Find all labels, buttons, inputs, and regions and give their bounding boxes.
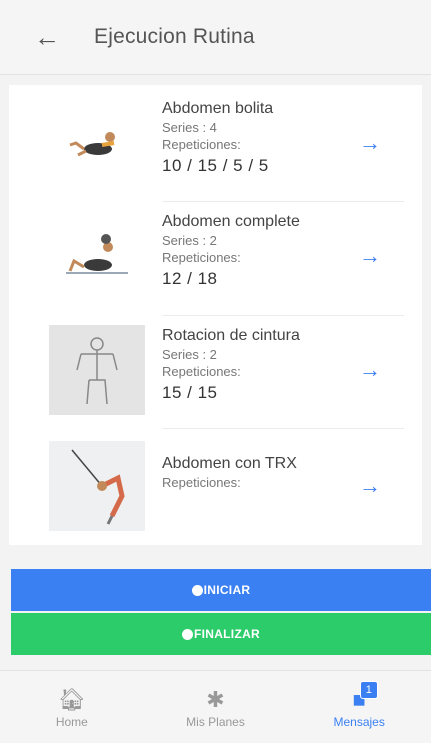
check-icon [181, 628, 193, 640]
exercise-name: Rotacion de cintura [162, 327, 300, 344]
arrow-right-icon[interactable]: → [359, 473, 381, 499]
divider [162, 201, 404, 202]
exercise-series: Series : 4 [162, 120, 217, 135]
exercise-image [49, 441, 145, 531]
exercise-item[interactable]: Abdomen con TRX Repeticiones: → [9, 433, 422, 545]
chat-icon: ■ 1 [353, 681, 378, 715]
exercise-series: Series : 2 [162, 233, 217, 248]
tab-plans-label: Mis Planes [186, 715, 245, 729]
app-header: ← Ejecucion Rutina [0, 0, 431, 75]
play-icon [191, 584, 203, 596]
exercise-reps: 15 / 15 [162, 383, 218, 402]
divider [162, 428, 404, 429]
exercise-series: Series : 2 [162, 347, 217, 362]
page-title: Ejecucion Rutina [94, 25, 255, 48]
home-icon: 🏠︎ [57, 687, 86, 712]
tab-plans[interactable]: ✱ Mis Planes [144, 671, 288, 743]
messages-badge: 1 [359, 681, 378, 699]
exercise-item[interactable]: Abdomen bolita Series : 4 Repeticiones: … [9, 90, 422, 202]
exercise-image [49, 211, 145, 301]
exercise-reps-label: Repeticiones: [162, 364, 241, 379]
exercise-reps: 10 / 15 / 5 / 5 [162, 156, 269, 175]
tab-home-label: Home [55, 715, 88, 729]
exercise-item[interactable]: Abdomen complete Series : 2 Repeticiones… [9, 203, 422, 315]
exercise-image [49, 98, 145, 188]
tab-home[interactable]: 🏠︎ Home [0, 671, 144, 743]
exercise-image [49, 325, 145, 415]
exercise-name: Abdomen complete [162, 213, 300, 230]
arrow-right-icon[interactable]: → [359, 130, 381, 156]
finish-button[interactable]: FINALIZAR [11, 613, 431, 655]
exercise-reps: 12 / 18 [162, 269, 218, 288]
exercise-name: Abdomen bolita [162, 100, 274, 117]
tab-messages[interactable]: ■ 1 Mensajes [287, 671, 431, 743]
bottom-tabbar: 🏠︎ Home ✱ Mis Planes ■ 1 Mensajes [0, 670, 431, 743]
finish-button-label: FINALIZAR [193, 627, 261, 641]
exercise-item[interactable]: Rotacion de cintura Series : 2 Repeticio… [9, 317, 422, 429]
exercise-list: Abdomen bolita Series : 4 Repeticiones: … [9, 85, 422, 545]
arrow-left-icon[interactable]: ← [34, 24, 74, 50]
start-button[interactable]: INICIAR [11, 569, 431, 611]
exercise-reps-label: Repeticiones: [162, 137, 241, 152]
tab-messages-label: Mensajes [333, 715, 385, 729]
arrow-right-icon[interactable]: → [359, 243, 381, 269]
exercise-reps-label: Repeticiones: [162, 250, 241, 265]
start-button-label: INICIAR [203, 583, 251, 597]
exercise-reps-label: Repeticiones: [162, 475, 241, 490]
divider [162, 315, 404, 316]
exercise-name: Abdomen con TRX [162, 455, 297, 472]
arrow-right-icon[interactable]: → [359, 357, 381, 383]
exercise-figure-icon: ✱ [206, 687, 225, 712]
